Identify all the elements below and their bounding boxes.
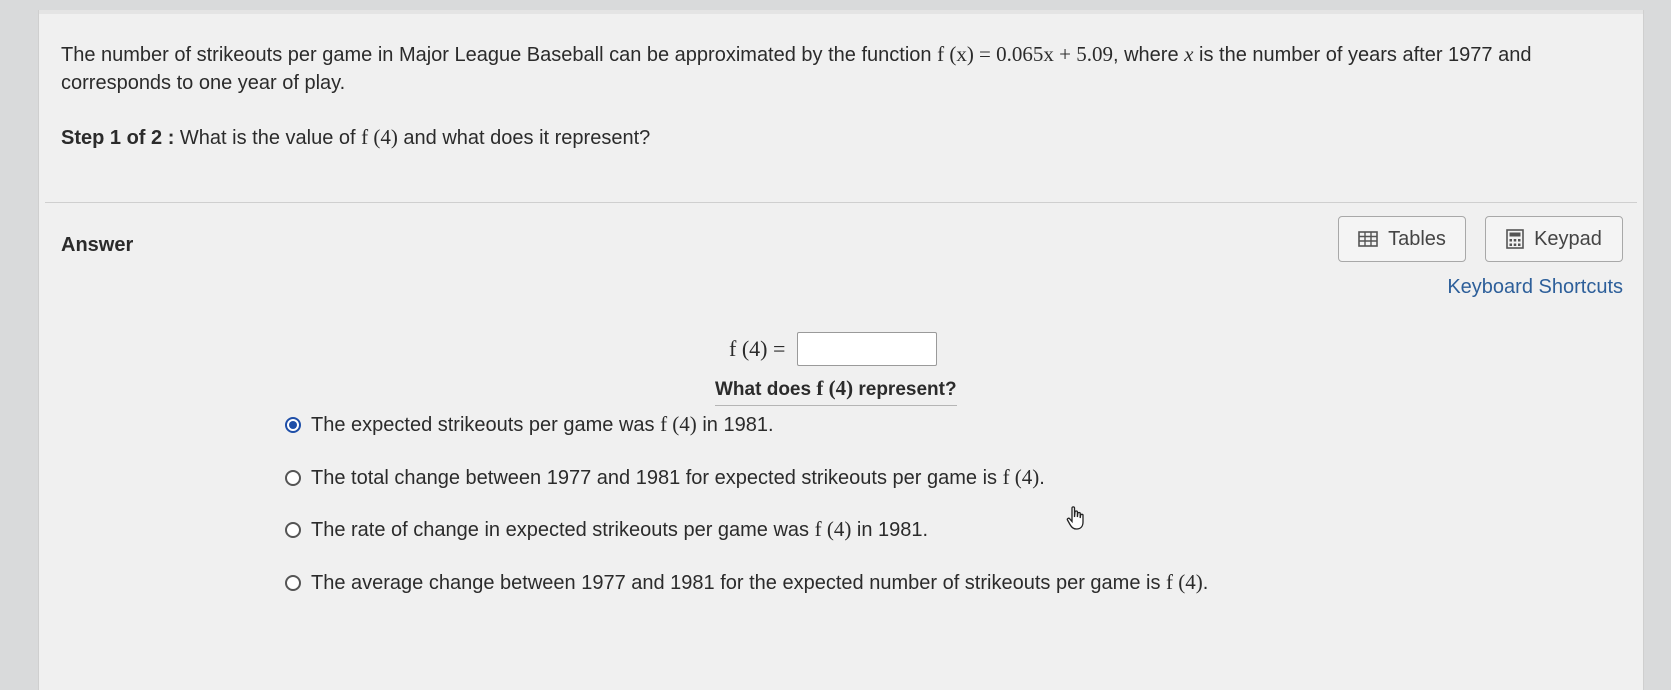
option-text: The rate of change in expected strikeout… bbox=[311, 517, 929, 541]
represent-text: represent? bbox=[853, 379, 957, 400]
keypad-button[interactable]: Keypad bbox=[1485, 216, 1623, 262]
radio-button[interactable] bbox=[285, 521, 301, 538]
f4-answer-input[interactable] bbox=[797, 332, 938, 366]
top-strip bbox=[39, 10, 1643, 14]
radio-button-selected[interactable] bbox=[285, 416, 301, 433]
keyboard-shortcuts-link[interactable]: Keyboard Shortcuts bbox=[1447, 276, 1623, 299]
represent-text: What does bbox=[715, 379, 817, 400]
f4-answer-row: f (4) = bbox=[729, 332, 938, 366]
step-math: f (4) bbox=[361, 125, 398, 149]
hand-cursor-icon bbox=[1065, 505, 1087, 536]
option-text: The total change between 1977 and 1981 f… bbox=[311, 465, 1045, 489]
represent-question: What does f (4) represent? bbox=[715, 376, 957, 406]
radio-button[interactable] bbox=[285, 469, 301, 486]
question-text-part: The number of strikeouts per game in Maj… bbox=[61, 44, 938, 66]
divider bbox=[45, 202, 1637, 203]
option-2[interactable]: The total change between 1977 and 1981 f… bbox=[285, 465, 1045, 490]
option-4[interactable]: The average change between 1977 and 1981… bbox=[285, 570, 1208, 595]
step-prompt: Step 1 of 2 : What is the value of f (4)… bbox=[61, 125, 650, 150]
option-1[interactable]: The expected strikeouts per game was f (… bbox=[285, 412, 774, 437]
keypad-label: Keypad bbox=[1534, 227, 1602, 250]
table-icon bbox=[1358, 231, 1378, 247]
question-text-part: , where bbox=[1113, 44, 1185, 66]
tables-label: Tables bbox=[1388, 227, 1446, 250]
option-text: The average change between 1977 and 1981… bbox=[311, 570, 1209, 594]
question-panel: The number of strikeouts per game in Maj… bbox=[38, 10, 1644, 690]
step-text: and what does it represent? bbox=[397, 127, 651, 149]
step-text: What is the value of bbox=[174, 127, 362, 149]
tables-button[interactable]: Tables bbox=[1338, 216, 1466, 262]
f4-label: f (4) = bbox=[729, 336, 786, 361]
answer-label: Answer bbox=[61, 234, 134, 256]
option-3[interactable]: The rate of change in expected strikeout… bbox=[285, 517, 928, 542]
radio-button[interactable] bbox=[285, 574, 301, 591]
represent-math: f (4) bbox=[816, 376, 854, 400]
question-text: The number of strikeouts per game in Maj… bbox=[61, 40, 1621, 97]
function-expression: f (x) = 0.065x + 5.09 bbox=[937, 42, 1113, 66]
calculator-icon bbox=[1506, 229, 1524, 249]
step-label: Step 1 of 2 : bbox=[61, 127, 175, 149]
option-text: The expected strikeouts per game was f (… bbox=[311, 412, 774, 436]
